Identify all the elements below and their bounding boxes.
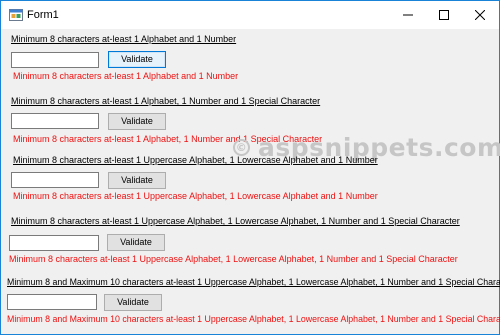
rule-label-2: Minimum 8 characters at-least 1 Alphabet…	[11, 96, 321, 106]
rule-label-4: Minimum 8 characters at-least 1 Uppercas…	[11, 216, 460, 226]
validate-button-2[interactable]: Validate	[108, 113, 166, 130]
error-message-3: Minimum 8 characters at-least 1 Uppercas…	[13, 191, 378, 201]
password-input-3[interactable]	[11, 172, 99, 188]
title-bar[interactable]: Form1	[1, 1, 499, 29]
copyright-icon: ©	[233, 139, 250, 156]
error-message-4: Minimum 8 characters at-least 1 Uppercas…	[9, 254, 458, 264]
maximize-icon	[439, 10, 449, 20]
form-window: Form1 Minimum 8 characters at-least 1 Al…	[0, 0, 500, 335]
rule-label-3: Minimum 8 characters at-least 1 Uppercas…	[13, 155, 378, 165]
password-input-2[interactable]	[11, 113, 99, 129]
error-message-1: Minimum 8 characters at-least 1 Alphabet…	[13, 71, 239, 81]
password-input-1[interactable]	[11, 52, 99, 68]
close-button[interactable]	[462, 1, 498, 29]
error-message-5: Minimum 8 and Maximum 10 characters at-l…	[7, 314, 500, 324]
validate-button-4[interactable]: Validate	[107, 234, 165, 251]
password-input-5[interactable]	[7, 294, 97, 310]
password-input-4[interactable]	[9, 235, 99, 251]
validate-button-1[interactable]: Validate	[108, 51, 166, 68]
minimize-icon	[403, 14, 413, 16]
rule-label-5: Minimum 8 and Maximum 10 characters at-l…	[7, 277, 500, 287]
rule-label-1: Minimum 8 characters at-least 1 Alphabet…	[11, 34, 237, 44]
close-icon	[475, 10, 485, 20]
validate-button-3[interactable]: Validate	[108, 172, 166, 189]
validate-button-5[interactable]: Validate	[104, 294, 162, 311]
maximize-button[interactable]	[426, 1, 462, 29]
minimize-button[interactable]	[390, 1, 426, 29]
form-app-icon	[9, 8, 23, 22]
window-title: Form1	[27, 9, 59, 21]
